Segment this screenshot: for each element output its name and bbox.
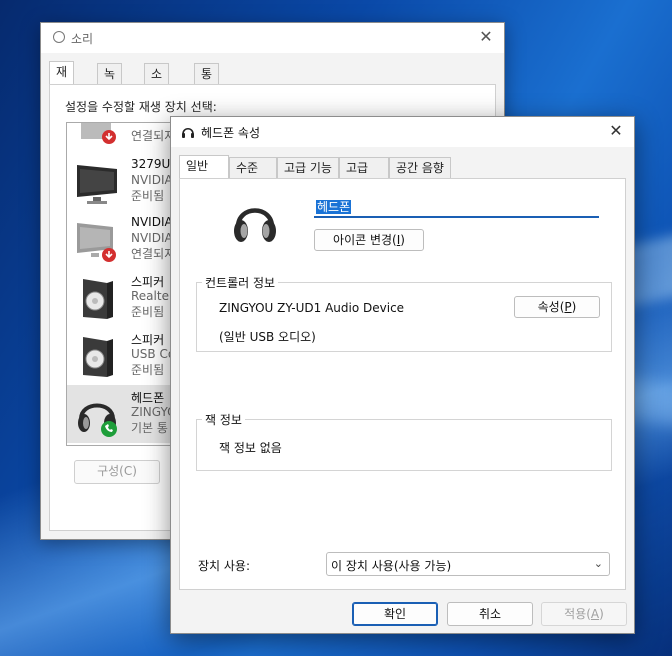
list-item[interactable]: 스피커 USB Co 준비됨 (67, 327, 182, 385)
monitor-icon (77, 165, 117, 204)
button-label: 적용( (564, 607, 591, 621)
button-label: 속성( (537, 300, 565, 314)
device-name: NVIDIA (131, 215, 173, 229)
tab-sounds[interactable]: 소리 (144, 63, 170, 101)
device-description: NVIDIA (131, 173, 173, 187)
apply-button[interactable]: 적용(A) (541, 602, 627, 626)
device-status: 기본 통 (131, 421, 168, 435)
device-description: USB Co (131, 347, 176, 361)
device-description: NVIDIA (131, 231, 173, 245)
device-list[interactable]: 연결되지 3279UH NVIDIA 준비됨 NVIDIA NVIDIA 연결되… (66, 122, 183, 446)
close-icon[interactable]: ✕ (476, 27, 496, 47)
device-usage-label: 장치 사용: (198, 559, 251, 573)
speaker-icon (83, 337, 113, 377)
close-icon[interactable]: ✕ (606, 121, 626, 141)
tab-enhancements[interactable]: 고급 기능 (277, 157, 339, 178)
monitor-disconnected-icon (77, 223, 116, 262)
tab-communications[interactable]: 통신 (194, 63, 220, 101)
button-label-suffix: ) (571, 300, 577, 314)
mnemonic: P (564, 300, 572, 314)
device-status: 연결되지 (131, 129, 176, 143)
button-label-suffix: ) (599, 607, 604, 621)
tab-spatial-sound[interactable]: 공간 음향 (389, 157, 451, 178)
select-value: 이 장치 사용(사용 가능) (331, 559, 452, 573)
group-title: 컨트롤러 정보 (202, 274, 279, 291)
tab-general[interactable]: 일반 (179, 155, 229, 179)
title-bar: 헤드폰 속성 ✕ (171, 117, 634, 147)
list-item[interactable]: 헤드폰 ZINGYO 기본 통 (67, 385, 182, 443)
tab-recording[interactable]: 녹음 (97, 63, 123, 101)
title-bar: 소리 ✕ (41, 23, 504, 53)
mnemonic: A (590, 607, 600, 621)
jack-info-text: 잭 정보 없음 (219, 441, 282, 455)
headphones-default-comm-icon (78, 403, 117, 437)
controller-device-name: ZINGYOU ZY-UD1 Audio Device (219, 301, 405, 315)
instruction-label: 설정을 수정할 재생 장치 선택: (65, 100, 217, 114)
device-usage-select[interactable]: 이 장치 사용(사용 가능) ⌄ (326, 552, 610, 576)
jack-info-group: 잭 정보 잭 정보 없음 (196, 411, 612, 471)
configure-button[interactable]: 구성(C) (74, 460, 160, 484)
cancel-button[interactable]: 취소 (447, 602, 533, 626)
controller-driver: (일반 USB 오디오) (219, 330, 316, 344)
device-status: 준비됨 (131, 363, 165, 377)
device-name-field[interactable]: 헤드폰 (314, 198, 599, 218)
chevron-down-icon: ⌄ (593, 557, 603, 570)
controller-info-group: 컨트롤러 정보 ZINGYOU ZY-UD1 Audio Device (일반 … (196, 274, 612, 352)
button-label-suffix: ) (400, 233, 405, 247)
change-icon-button[interactable]: 아이콘 변경(I) (314, 229, 424, 251)
group-title: 잭 정보 (202, 411, 245, 428)
ok-button[interactable]: 확인 (352, 602, 438, 626)
window-title: 헤드폰 속성 (201, 126, 261, 140)
device-name: 스피커 (131, 333, 165, 347)
tab-advanced[interactable]: 고급 (339, 157, 389, 178)
speaker-disconnected-icon (81, 123, 116, 144)
list-item[interactable]: 연결되지 (67, 123, 182, 151)
general-panel: 헤드폰 아이콘 변경(I) 컨트롤러 정보 ZINGYOU ZY-UD1 Aud… (179, 178, 626, 590)
window-title: 소리 (71, 32, 94, 46)
speaker-icon (83, 279, 113, 319)
headphones-properties-window: 헤드폰 속성 ✕ 일반 수준 고급 기능 고급 공간 음향 헤드폰 아이콘 변경… (170, 116, 635, 634)
properties-button[interactable]: 속성(P) (514, 296, 600, 318)
tab-playback[interactable]: 재생 (49, 61, 75, 99)
headphones-icon (234, 208, 276, 242)
headphones-icon (182, 127, 194, 138)
device-status: 준비됨 (131, 189, 165, 203)
button-label: 아이콘 변경( (333, 233, 397, 247)
device-status: 준비됨 (131, 305, 165, 319)
device-name-text: 헤드폰 (316, 200, 352, 214)
list-item[interactable]: 스피커 Realtek( 준비됨 (67, 269, 182, 327)
device-status: 연결되지 (131, 247, 176, 261)
tab-levels[interactable]: 수준 (229, 157, 277, 178)
list-item[interactable]: 3279UH NVIDIA 준비됨 (67, 153, 182, 211)
device-name: 스피커 (131, 275, 165, 289)
device-name: 헤드폰 (131, 391, 165, 405)
sound-app-icon (53, 31, 65, 43)
list-item[interactable]: NVIDIA NVIDIA 연결되지 (67, 211, 182, 269)
